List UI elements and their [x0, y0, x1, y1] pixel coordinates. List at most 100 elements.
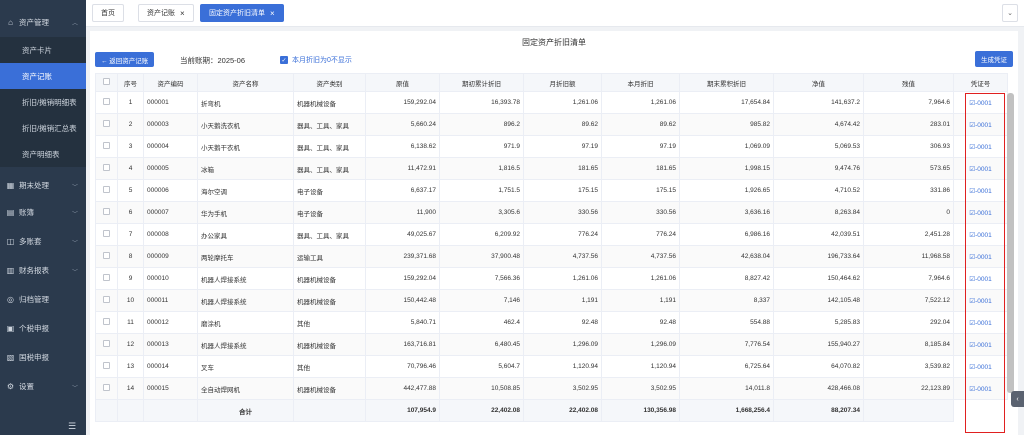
table-cell: 16,393.78: [439, 91, 524, 114]
voucher-link[interactable]: ☑-0001: [953, 355, 1008, 378]
row-checkbox[interactable]: [95, 289, 118, 312]
sidebar-item-asset-detail[interactable]: 资产明细表: [0, 141, 86, 167]
row-checkbox[interactable]: [95, 245, 118, 268]
table-cell: 159,292.04: [365, 91, 440, 114]
voucher-number[interactable]: ☑-0001: [969, 364, 991, 371]
total-cell: 130,356.98: [601, 399, 680, 422]
sidebar-item-asset-bookkeeping[interactable]: 资产记账: [0, 63, 86, 89]
voucher-link[interactable]: ☑-0001: [953, 267, 1008, 290]
sidebar-group-financial-reports[interactable]: ▥ 财务报表 ﹀: [0, 256, 86, 285]
voucher-link[interactable]: ☑-0001: [953, 289, 1008, 312]
voucher-number[interactable]: ☑-0001: [969, 298, 991, 305]
row-checkbox[interactable]: [95, 91, 118, 114]
book-icon: ▤: [6, 208, 15, 217]
table-cell: 5,660.24: [365, 113, 440, 136]
table-row[interactable]: 5 000006 海尔空调 电子设备 6,637.17 1,751.5 175.15 175.…: [95, 179, 1008, 202]
sidebar-group-multi-book[interactable]: ◫ 多账套 ﹀: [0, 227, 86, 256]
table-cell: 985.82: [679, 113, 774, 136]
table-row[interactable]: 13 000014 叉车 其他 70,796.46 5,604.7 1,120.94 1,12…: [95, 355, 1008, 378]
voucher-link[interactable]: ☑-0001: [953, 333, 1008, 356]
row-checkbox[interactable]: [95, 201, 118, 224]
table-row[interactable]: 7 000008 办公家具 器具、工具、家具 49,025.67 6,209.92 776.…: [95, 223, 1008, 246]
expand-panel-button[interactable]: ‹: [1011, 391, 1024, 407]
table-row[interactable]: 9 000010 机器人焊接系统 机器机械设备 159,292.04 7,566.36 1,…: [95, 267, 1008, 290]
row-checkbox[interactable]: [95, 135, 118, 158]
row-checkbox[interactable]: [95, 377, 118, 400]
table-cell: 11,900: [365, 201, 440, 224]
collapse-menu-icon[interactable]: ☰: [68, 421, 76, 432]
voucher-number[interactable]: ☑-0001: [969, 100, 991, 107]
row-checkbox[interactable]: [95, 157, 118, 180]
close-icon[interactable]: ×: [180, 9, 185, 18]
back-to-bookkeeping-button[interactable]: ← 返回资产记账: [95, 52, 155, 67]
table-cell: 器具、工具、家具: [293, 135, 366, 158]
voucher-number[interactable]: ☑-0001: [969, 254, 991, 261]
voucher-link[interactable]: ☑-0001: [953, 377, 1008, 400]
row-checkbox[interactable]: [95, 179, 118, 202]
row-checkbox[interactable]: [95, 267, 118, 290]
voucher-link[interactable]: ☑-0001: [953, 91, 1008, 114]
select-all-checkbox[interactable]: [95, 73, 118, 92]
table-cell: 机器机械设备: [293, 377, 366, 400]
building-icon: ⌂: [8, 17, 13, 27]
voucher-number[interactable]: ☑-0001: [969, 320, 991, 327]
row-checkbox[interactable]: [95, 113, 118, 136]
table-row[interactable]: 1 000001 折弯机 机器机械设备 159,292.04 16,393.78 1,261…: [95, 91, 1008, 114]
voucher-number[interactable]: ☑-0001: [969, 232, 991, 239]
voucher-link[interactable]: ☑-0001: [953, 179, 1008, 202]
sidebar-item-depreciation-detail[interactable]: 折旧/摊销明细表: [0, 89, 86, 115]
voucher-number[interactable]: ☑-0001: [969, 210, 991, 217]
row-checkbox[interactable]: [95, 355, 118, 378]
voucher-number[interactable]: ☑-0001: [969, 122, 991, 129]
table-cell: 器具、工具、家具: [293, 157, 366, 180]
sidebar-group-period-end[interactable]: ▦ 期末处理 ﹀: [0, 172, 86, 198]
sidebar-group-national-tax[interactable]: ▧ 国税申报: [0, 343, 86, 372]
sidebar-item-asset-card[interactable]: 资产卡片: [0, 37, 86, 63]
tab-depreciation-list[interactable]: 固定资产折旧清单 ×: [200, 4, 284, 22]
close-icon[interactable]: ×: [270, 9, 275, 18]
table-row[interactable]: 3 000004 小天鹅干衣机 器具、工具、家具 6,138.62 971.9 97.19 9…: [95, 135, 1008, 158]
voucher-link[interactable]: ☑-0001: [953, 157, 1008, 180]
table-scrollbar[interactable]: [1007, 93, 1014, 393]
sidebar-group-archive[interactable]: ◎ 归档管理: [0, 285, 86, 314]
voucher-number[interactable]: ☑-0001: [969, 276, 991, 283]
tab-asset-bookkeeping[interactable]: 资产记账 ×: [138, 4, 194, 22]
table-row[interactable]: 6 000007 华为手机 电子设备 11,900 3,305.6 330.56 330.56…: [95, 201, 1008, 224]
table-row[interactable]: 8 000009 两轮摩托车 运输工具 239,371.68 37,900.48 4,737…: [95, 245, 1008, 268]
table-row[interactable]: 14 000015 全自动焊网机 机器机械设备 442,477.88 10,508.85 3…: [95, 377, 1008, 400]
table-cell: 97.19: [601, 135, 680, 158]
tab-home[interactable]: 首页: [92, 4, 124, 22]
voucher-link[interactable]: ☑-0001: [953, 311, 1008, 334]
voucher-link[interactable]: ☑-0001: [953, 113, 1008, 136]
voucher-link[interactable]: ☑-0001: [953, 245, 1008, 268]
table-row[interactable]: 11 000012 磨涂机 其他 5,840.71 462.4 92.48 92.48 554.…: [95, 311, 1008, 334]
table-cell: 电子设备: [293, 201, 366, 224]
voucher-number[interactable]: ☑-0001: [969, 188, 991, 195]
voucher-number[interactable]: ☑-0001: [969, 386, 991, 393]
voucher-link[interactable]: ☑-0001: [953, 201, 1008, 224]
sidebar-item-depreciation-summary[interactable]: 折旧/摊销汇总表: [0, 115, 86, 141]
table-row[interactable]: 2 000003 小天鹅洗衣机 器具、工具、家具 5,660.24 896.2 89.62 8…: [95, 113, 1008, 136]
checkbox-checked-icon[interactable]: ✓: [280, 56, 288, 64]
row-checkbox[interactable]: [95, 311, 118, 334]
table-row[interactable]: 4 000005 冰箱 器具、工具、家具 11,472.91 1,816.5 181.65 1…: [95, 157, 1008, 180]
voucher-number[interactable]: ☑-0001: [969, 144, 991, 151]
voucher-link[interactable]: ☑-0001: [953, 223, 1008, 246]
sidebar-group-asset-management[interactable]: ⌂ 资产管理 ︿: [0, 11, 86, 33]
table-cell: 1,191: [601, 289, 680, 312]
generate-voucher-button[interactable]: 生成凭证: [975, 51, 1013, 67]
voucher-number[interactable]: ☑-0001: [969, 342, 991, 349]
sidebar-group-ledger[interactable]: ▤ 账簿 ﹀: [0, 198, 86, 227]
row-checkbox[interactable]: [95, 223, 118, 246]
voucher-link[interactable]: ☑-0001: [953, 135, 1008, 158]
sidebar-group-personal-tax[interactable]: ▣ 个税申报: [0, 314, 86, 343]
current-period-label: 当前账期：2025-06: [180, 56, 246, 65]
voucher-number[interactable]: ☑-0001: [969, 166, 991, 173]
table-row[interactable]: 12 000013 机器人焊接系统 机器机械设备 163,716.81 6,480.45 1…: [95, 333, 1008, 356]
table-cell: 10: [117, 289, 144, 312]
hide-zero-depreciation-toggle[interactable]: ✓ 本月折旧为0不显示: [280, 55, 352, 65]
table-row[interactable]: 10 000011 机器人焊接系统 机器机械设备 150,442.48 7,146 1,19…: [95, 289, 1008, 312]
sidebar-group-settings[interactable]: ⚙ 设置 ﹀: [0, 372, 86, 401]
tabs-dropdown-button[interactable]: ⌄: [1002, 4, 1018, 22]
row-checkbox[interactable]: [95, 333, 118, 356]
